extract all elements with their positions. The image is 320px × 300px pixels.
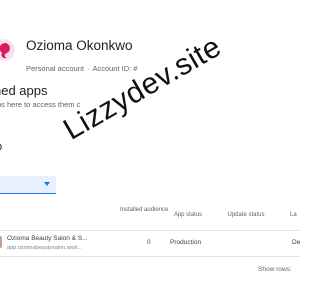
header-app-status[interactable]: App status	[168, 211, 208, 220]
account-name: Ozioma Okonkwo	[26, 38, 133, 53]
last-updated-value: De	[292, 239, 300, 246]
account-meta: Personal account · Account ID: #	[26, 64, 137, 73]
installed-audience-value: 0	[147, 239, 151, 246]
play-console-page: Ozioma Okonkwo Personal account · Account …	[0, 0, 300, 300]
table-divider	[0, 230, 300, 231]
app-package: app.oziomabeautysalon.andr...	[7, 245, 82, 251]
pinned-apps-description: ps here to access them c	[0, 100, 81, 109]
app-name[interactable]: Ozioma Beauty Salon & S...	[7, 235, 88, 242]
account-id: Account ID: #	[92, 64, 138, 73]
app-status-value: Production	[170, 239, 202, 246]
chevron-down-icon	[44, 182, 50, 186]
table-divider-bottom	[0, 256, 300, 257]
account-avatar-icon	[0, 39, 15, 61]
meta-separator: ·	[86, 64, 90, 73]
show-rows-label: Show rows:	[258, 266, 292, 273]
header-last-updated[interactable]: La	[290, 211, 300, 220]
app-icon	[0, 236, 2, 248]
pinned-apps-title: ned apps	[0, 83, 48, 98]
account-type: Personal account	[26, 64, 84, 73]
header-update-status[interactable]: Update status	[222, 211, 270, 220]
filter-dropdown[interactable]	[0, 176, 56, 194]
all-apps-title: p	[0, 141, 2, 153]
header-installed-audience[interactable]: Installed audience	[120, 206, 168, 215]
